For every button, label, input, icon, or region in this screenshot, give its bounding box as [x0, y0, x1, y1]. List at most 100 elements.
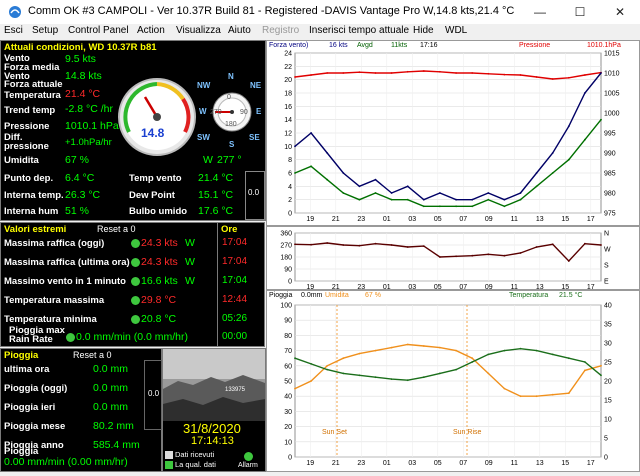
rain-reset-button[interactable]: Reset a 0: [73, 350, 112, 360]
y2-tick-label: 995: [604, 131, 616, 138]
app-icon: [8, 5, 22, 19]
compass-s: S: [229, 140, 235, 149]
y2-tick-label: 10: [604, 417, 612, 424]
y-tick-label: 20: [284, 424, 292, 431]
data-point: [406, 185, 409, 188]
maximize-button[interactable]: ☐: [560, 0, 600, 24]
data-point: [567, 357, 570, 360]
alarm-label[interactable]: Allarm: [238, 462, 258, 469]
x-tick-label: 09: [485, 460, 493, 467]
y-tick-label: 8: [288, 157, 292, 164]
y2-tick-label: 1000: [604, 111, 620, 118]
rain-humidity-temp-chart: 1009080706050403020100403530252015105019…: [280, 303, 612, 468]
wind-direction-chart: 360 270 180 90 0 N W S E 19 21 23 01 03 05 07 09 11 13 15 17: [280, 231, 611, 292]
data-point: [567, 158, 570, 161]
data-point: [487, 192, 490, 194]
x-tick-label: 23: [357, 216, 365, 223]
data-point: [422, 376, 425, 379]
window-title: Comm OK #3 CAMPOLI - Ver 10.37R Build 81…: [28, 5, 515, 17]
y2-tick-label: 35: [604, 322, 612, 329]
data-point: [471, 198, 474, 201]
data-point: [310, 74, 312, 76]
data-point: [503, 387, 506, 390]
data-point: [519, 198, 522, 201]
compass-se: SE: [249, 133, 260, 142]
interna-hum-label: Interna hum: [4, 206, 59, 217]
data-point: [551, 78, 554, 80]
interna-temp-label: Interna temp.: [4, 190, 64, 201]
extreme-indicator: [131, 258, 140, 267]
extremes-reset-button[interactable]: Reset a 0: [97, 224, 136, 234]
minimize-button[interactable]: —: [520, 0, 560, 24]
forza-attuale-value: 14.8 kts: [65, 70, 102, 82]
menu-bar: Esci Setup Control Panel Action Visualiz…: [0, 24, 640, 38]
extremes-header: Valori estremi: [4, 224, 67, 235]
menu-esci[interactable]: Esci: [4, 25, 23, 36]
extreme-time: 17:04: [222, 237, 248, 248]
menu-registro: Registro: [262, 25, 300, 36]
y2-tick-label: 40: [604, 303, 612, 310]
x-tick-label: 01: [383, 460, 391, 467]
pressione-value: 1010.1 hPa: [65, 120, 119, 132]
bulbo-umido-value: 17.6 °C: [198, 205, 234, 217]
clock-date: 31/8/2020: [183, 421, 241, 436]
data-point: [390, 72, 393, 74]
close-button[interactable]: ✕: [600, 0, 640, 24]
compass-e: E: [256, 107, 262, 116]
rain-header: Pioggia: [4, 350, 39, 361]
rain-row-label: Pioggia (oggi): [4, 383, 68, 394]
x-tick-label: 05: [434, 284, 442, 289]
menu-control-panel[interactable]: Control Panel: [68, 25, 129, 36]
rain-max-time: 00:00: [222, 331, 248, 342]
compass-nw: NW: [197, 81, 211, 90]
compass-tick-90: 90: [240, 109, 248, 116]
data-point: [567, 260, 570, 262]
x-tick-label: 01: [383, 216, 391, 223]
menu-action[interactable]: Action: [137, 25, 165, 36]
rain-row-value: 0.0 mm: [93, 382, 129, 394]
x-tick-label: 11: [511, 216, 518, 223]
y-tick-label: 100: [280, 303, 292, 310]
data-point: [455, 198, 457, 201]
y2-tick-label: S: [604, 263, 609, 270]
title-bar: Comm OK #3 CAMPOLI - Ver 10.37R Build 81…: [0, 0, 640, 25]
x-tick-label: 11: [511, 460, 518, 467]
diff-pressione-label: Diff. pressione: [4, 132, 49, 152]
y-tick-label: 40: [284, 394, 292, 401]
y2-tick-label: 30: [604, 341, 612, 348]
menu-hide[interactable]: Hide: [413, 25, 434, 36]
menu-wdl[interactable]: WDL: [445, 25, 467, 36]
extreme-time: 17:04: [222, 256, 248, 267]
data-point: [326, 368, 329, 371]
y-tick-label: 70: [284, 348, 292, 355]
wind-pressure-chart-panel: 24 22 20 18 16 14 12 10 8 6 4 2 0 1015 1010 1005 1000 995…: [266, 40, 640, 226]
data-point: [584, 138, 586, 141]
temp-vento-value: 21.4 °C: [198, 172, 234, 184]
data-point: [535, 246, 538, 248]
diff-pressione-value: +1.0hPa/hr: [65, 137, 112, 148]
menu-inserisci-tempo[interactable]: Inserisci tempo attuale: [309, 25, 409, 36]
compass-sw: SW: [197, 133, 210, 142]
rain-max-indicator: [66, 333, 75, 342]
extreme-indicator: [131, 296, 140, 305]
data-point: [358, 185, 361, 188]
data-point: [567, 125, 570, 128]
extreme-value: 16.6 kts: [141, 275, 178, 287]
x-tick-label: 01: [383, 284, 391, 289]
data-point: [358, 352, 361, 355]
data-point: [535, 395, 538, 398]
data-point: [390, 346, 393, 349]
extreme-label: Massimo vento in 1 minuto: [4, 276, 126, 287]
data-point: [471, 361, 474, 363]
data-point: [519, 74, 522, 76]
rain-row-value: 0.0 mm: [93, 363, 129, 375]
extremes-times-panel: Ore 00:00 17:04 17:04 17:04 12:44 05:26: [217, 222, 265, 347]
y2-tick-label: W: [604, 247, 611, 254]
data-point: [519, 192, 522, 194]
menu-setup[interactable]: Setup: [32, 25, 58, 36]
x-tick-label: 07: [459, 216, 467, 223]
y2-tick-label: 15: [604, 398, 612, 405]
menu-visualizza[interactable]: Visualizza: [176, 25, 221, 36]
chart-rain-value: 0.0mm: [301, 292, 323, 299]
menu-aiuto[interactable]: Aiuto: [228, 25, 251, 36]
